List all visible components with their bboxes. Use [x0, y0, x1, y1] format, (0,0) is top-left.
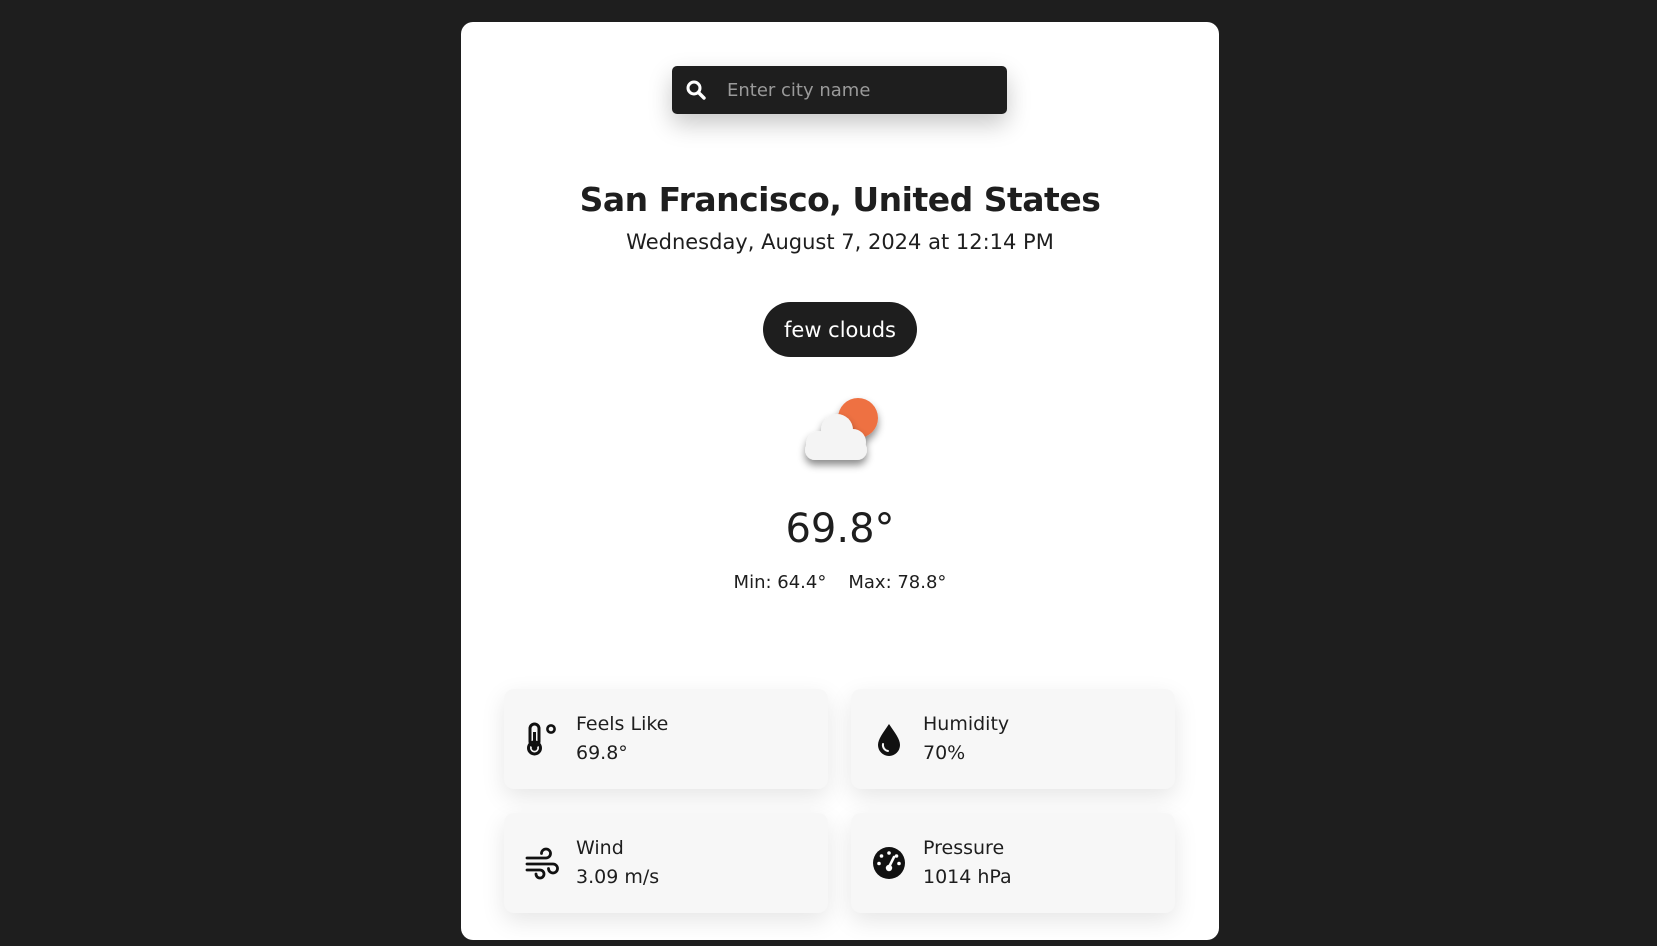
date-time: Wednesday, August 7, 2024 at 12:14 PM	[626, 230, 1054, 254]
detail-label: Pressure	[923, 837, 1005, 859]
min-max: Min: 64.4° Max: 78.8°	[461, 572, 1219, 593]
detail-label: Feels Like	[576, 713, 669, 735]
detail-value: 69.8°	[576, 742, 628, 764]
detail-value: 3.09 m/s	[576, 866, 660, 888]
feels-like-tile: Feels Like 69.8°	[504, 689, 828, 789]
search-input[interactable]	[725, 78, 979, 102]
condition-badge: few clouds	[763, 302, 917, 357]
weather-card: San Francisco, United States Wednesday, …	[461, 22, 1219, 940]
wind-icon	[524, 845, 560, 881]
pressure-tile: Pressure 1014 hPa	[851, 813, 1175, 913]
detail-value: 1014 hPa	[923, 866, 1012, 888]
max-temp: Max: 78.8°	[848, 572, 947, 593]
wind-tile: Wind 3.09 m/s	[504, 813, 828, 913]
detail-value: 70%	[923, 742, 966, 764]
search-icon[interactable]	[685, 79, 707, 101]
gauge-icon	[871, 845, 907, 881]
detail-label: Humidity	[923, 713, 1010, 735]
detail-label: Wind	[576, 837, 624, 859]
search-bar	[672, 66, 1007, 114]
city-name: San Francisco, United States	[579, 180, 1101, 219]
humidity-tile: Humidity 70%	[851, 689, 1175, 789]
temperature: 69.8°	[785, 506, 895, 552]
partly-cloudy-icon	[791, 392, 891, 482]
thermometer-icon	[524, 721, 560, 757]
droplet-icon	[871, 721, 907, 757]
min-temp: Min: 64.4°	[733, 572, 827, 593]
